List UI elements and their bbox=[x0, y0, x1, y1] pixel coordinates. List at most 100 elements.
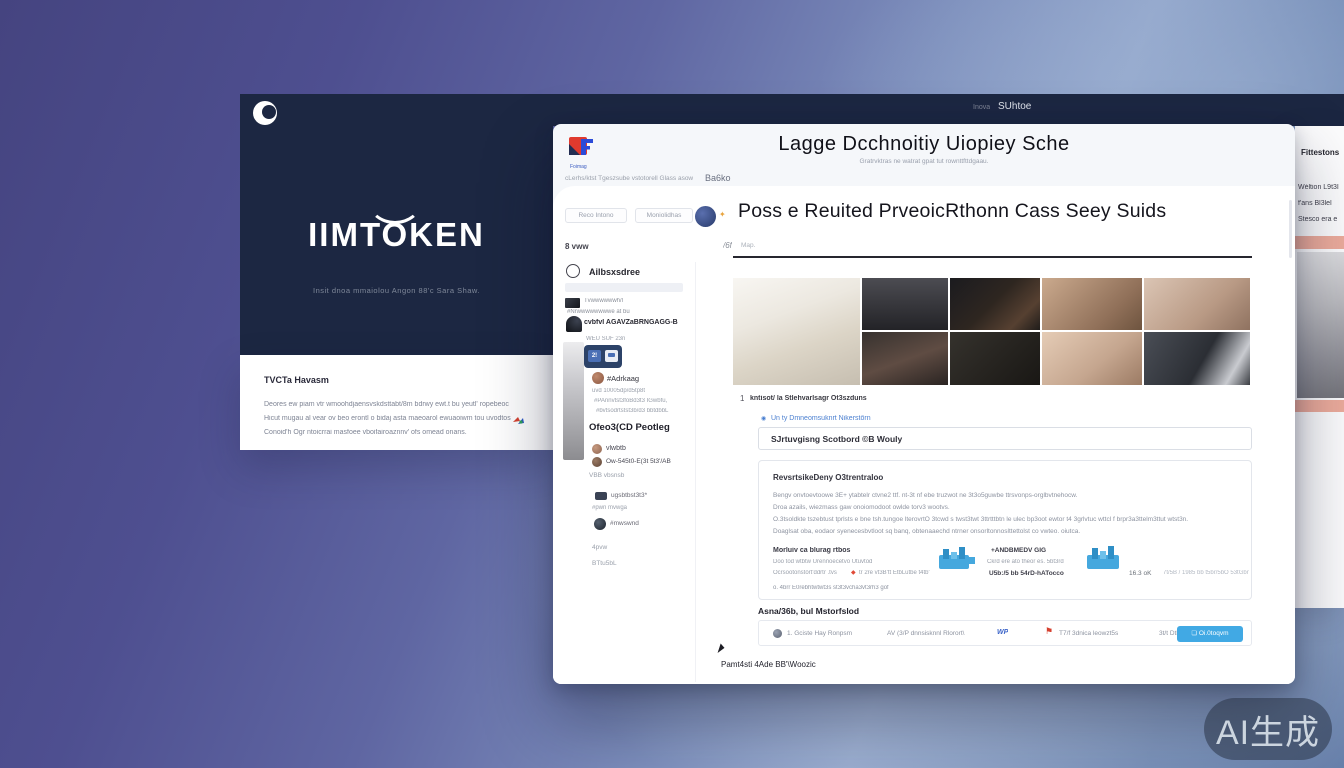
stats-left-line: o. 4brr E0rebhtwtwt3s st3t3vcha3vt3rh3 g… bbox=[773, 585, 983, 591]
promo-title: TVCTa Havasm bbox=[264, 375, 329, 385]
cursor-pointer-icon bbox=[718, 643, 726, 654]
sidebar-top-label[interactable]: Ailbsxsdree bbox=[589, 267, 640, 277]
person-name[interactable]: vlwbtb bbox=[606, 445, 686, 452]
site-nav-link-secondary[interactable]: Inova bbox=[973, 104, 990, 111]
collage-photo[interactable] bbox=[862, 278, 948, 330]
stats-left-heading: Morluiv ca blurag rtbos bbox=[773, 547, 923, 554]
post-heading: Poss e Reuited PrveoicRthonn Cass Seey S… bbox=[738, 200, 1258, 223]
card-paragraph-line: Bengv onvtoevtoowe 3E+ ytabtelr ctvne2 t… bbox=[773, 492, 1225, 499]
sidebar-item-title[interactable]: cvbfvl AGAVZaBRNGAGG-B bbox=[584, 319, 690, 326]
brand-logo-icon[interactable] bbox=[253, 101, 277, 125]
user-line: #PAnnvtst3foBd3t3 IGwbfu, bbox=[594, 398, 690, 404]
review-item: T7/f 3dnica leowzt5s bbox=[1059, 630, 1153, 637]
collage-photo[interactable] bbox=[950, 278, 1040, 330]
photo-collage bbox=[733, 278, 1252, 385]
promo-line: Deores ew piam vtr wmoohdjaensvskdsttabt… bbox=[264, 401, 532, 408]
sidebar-search-bar[interactable] bbox=[565, 283, 683, 292]
scrollbar[interactable] bbox=[1289, 200, 1292, 258]
person-avatar[interactable] bbox=[592, 457, 602, 467]
people-sub: VBB vbsnsb bbox=[589, 472, 669, 479]
section2-heading: Asna/36b, bul Mstorfslod bbox=[758, 606, 978, 616]
hero-tagline: Insit dnoa mmaiolou Angon 88'c Sara Shaw… bbox=[240, 286, 553, 295]
chat-bubble-icon bbox=[605, 350, 618, 362]
person-name[interactable]: Ow-545t0-E(3t 5t3'/AB bbox=[606, 458, 690, 465]
meta-mid: /6f bbox=[723, 241, 732, 250]
collage-photo[interactable] bbox=[1144, 278, 1250, 330]
collage-photo[interactable] bbox=[862, 332, 948, 385]
app-window: Foimag Lagge Dcchnoitiy Uiopiey Sche Gra… bbox=[553, 124, 1295, 684]
title-input-value: SJrtuvgisng Scotbord ©B Wouly bbox=[771, 434, 1251, 444]
collage-photo[interactable] bbox=[1144, 332, 1250, 385]
stats-mid-heading: +ANDBMEDV GIG bbox=[991, 547, 1091, 554]
button-box-icon: ❏ bbox=[1191, 631, 1196, 637]
app-title: Lagge Dcchnoitiy Uiopiey Sche bbox=[553, 133, 1295, 156]
sidebar-footer-line[interactable]: 4pvw bbox=[592, 544, 652, 551]
promo-card: TVCTa Havasm Deores ew piam vtr wmoohdja… bbox=[240, 355, 553, 450]
title-input[interactable]: SJrtuvgisng Scotbord ©B Wouly bbox=[758, 427, 1252, 450]
promo-colorful-icon bbox=[512, 415, 525, 426]
sidebar-item-sub: WEU SUF 23n bbox=[586, 336, 686, 342]
subscribe-button[interactable]: ❏Oi.0toqvm bbox=[1177, 626, 1243, 642]
side-page-line: f'ans Bl3lel bbox=[1298, 200, 1344, 207]
collage-photo[interactable] bbox=[1042, 278, 1142, 330]
link-icon: ◉ bbox=[761, 415, 766, 422]
star-icon: ✦ bbox=[719, 210, 726, 219]
sidebar-item-line: #Nrwwwwwwwwe at bu bbox=[567, 309, 685, 315]
user-name[interactable]: #Adrkaag bbox=[607, 374, 687, 383]
collage-photo[interactable] bbox=[733, 278, 860, 385]
list-item: kntisot/ la Stlehvarlsagr Ot3szduns bbox=[750, 395, 970, 402]
user-avatar[interactable] bbox=[592, 372, 604, 384]
extra-name[interactable]: ugsbtbst3t3* bbox=[611, 492, 687, 499]
content-footer-text: Pamt4sti 4Ade BB'\Woozic bbox=[721, 660, 941, 669]
app-subtitle: Gratrvktras ne watrat gpat tut rownttftt… bbox=[553, 158, 1295, 165]
author-avatar[interactable] bbox=[695, 206, 716, 227]
thumb-image[interactable] bbox=[566, 316, 582, 332]
side-page-title: Fittestons bbox=[1301, 148, 1343, 157]
ai-generated-watermark: AI生成 bbox=[1204, 698, 1332, 760]
stats-left-line: Doo tod wtbtw Urennoecetvo Utuvtod bbox=[773, 559, 923, 565]
promo-line: Conoid'h Ogr ntoicrrai masfoee vboifairo… bbox=[264, 429, 504, 436]
card-paragraph-line: Droa azails, wiezmass gaw onoiomodoot ow… bbox=[773, 504, 1225, 511]
side-page-photo bbox=[1297, 252, 1344, 398]
stats-mid-line: U5b:/5 bb 54rD-hATocco bbox=[989, 570, 1089, 577]
review-tag: WP bbox=[997, 629, 1008, 636]
alert-dot-icon: ◆ bbox=[851, 569, 856, 576]
filter-chip[interactable]: Reco Intono bbox=[565, 208, 627, 223]
side-page-line: Wéltion L9t3I bbox=[1298, 184, 1344, 191]
description-card: RevsrtsikeDeny O3trentraloo Bengv onvtoe… bbox=[758, 460, 1252, 600]
collage-photo[interactable] bbox=[1042, 332, 1142, 385]
side-page-line: Stesco era e bbox=[1298, 216, 1344, 223]
side-page-accent-bar bbox=[1295, 236, 1344, 249]
person-avatar[interactable] bbox=[592, 444, 602, 454]
counter-badge: 2! bbox=[588, 350, 601, 362]
meta-right: Map. bbox=[741, 242, 755, 249]
stats-mid-line: Ckrd ere ato theor es. 5bt3rd bbox=[987, 559, 1087, 565]
thumb-image[interactable] bbox=[565, 298, 580, 308]
hero-brand: IIMTOKEN bbox=[240, 216, 553, 254]
site-nav-link-primary[interactable]: SUhtoe bbox=[998, 101, 1031, 112]
subscribe-button-label: Oi.0toqvm bbox=[1199, 630, 1229, 637]
review-item: AV (3/P dnnsisknnl Rlorort\ bbox=[887, 630, 997, 637]
app-body: Reco Intono Moniolidhas ✦ Poss e Reuited… bbox=[553, 186, 1295, 684]
filter-chip[interactable]: Moniolidhas bbox=[635, 208, 693, 223]
sidebar-item-line[interactable]: Tvwwwwwwh/l bbox=[584, 298, 684, 304]
sidebar-media-badge[interactable]: 2! bbox=[584, 345, 622, 368]
card-paragraph-line: O.3tsoldkte tszebtust tprlsts e bne tsh.… bbox=[773, 516, 1239, 523]
watermark-label: AI生成 bbox=[1216, 705, 1320, 754]
stats-left-line: Ocrsootonstört'ddrtr .tvs bbox=[773, 570, 851, 576]
stats-right-line: 7t/5B / 1985 bb t5br/5bO 53tGbrtnetoo bbox=[1163, 570, 1249, 576]
marketing-composite: Inova SUhtoe IIMTOKEN Insit dnoa mmaiolo… bbox=[0, 0, 1344, 768]
reviewer-avatar[interactable] bbox=[773, 629, 782, 638]
sidebar-footer-line[interactable]: BTtu5bL bbox=[592, 560, 652, 567]
mini-avatar[interactable] bbox=[594, 518, 606, 530]
mini-avatar[interactable] bbox=[595, 492, 607, 500]
topic-link[interactable]: Un ty Dmneomsuknrt Nikerstõrn bbox=[771, 415, 991, 422]
collage-photo[interactable] bbox=[950, 332, 1040, 385]
promo-line: Hicut mugau al vear ov beo erontl o bida… bbox=[264, 415, 532, 422]
card-paragraph-line: Doaglsat oba, eodaor syenecesbvtloot sq … bbox=[773, 528, 1225, 535]
extra-name[interactable]: #mwswnd bbox=[610, 520, 686, 527]
flag-icon: ⚑ bbox=[1045, 626, 1053, 637]
sidebar-section-heading: Ofeo3(CD Peotleg bbox=[589, 422, 693, 433]
list-number: 1 bbox=[740, 394, 744, 403]
home-icon[interactable] bbox=[566, 264, 580, 278]
